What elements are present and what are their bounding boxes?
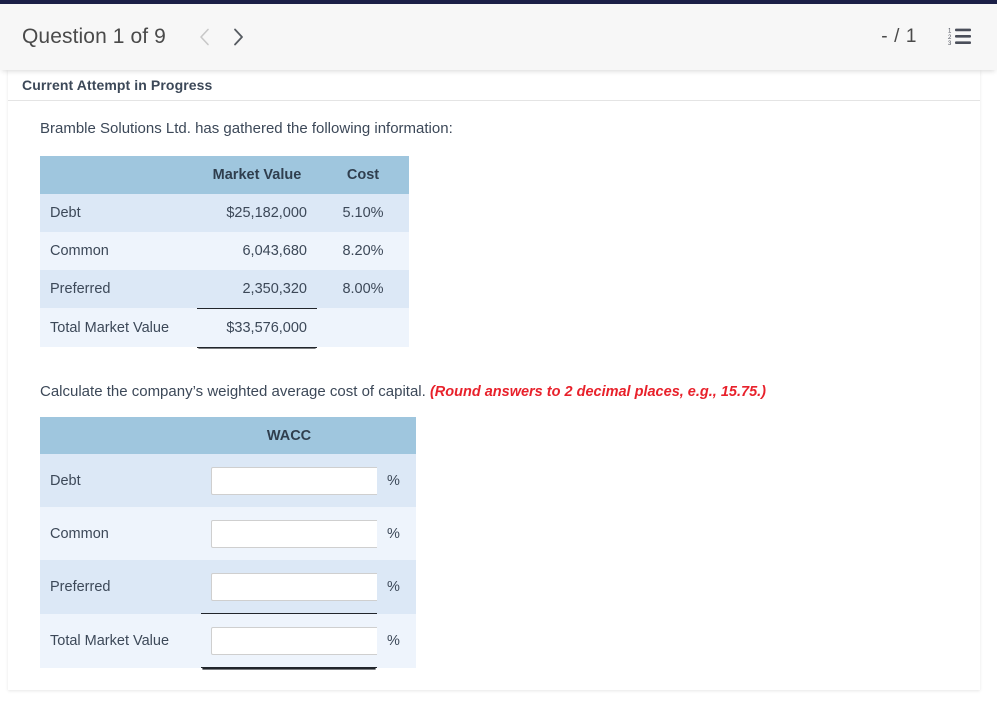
- row-input-cell: [201, 507, 379, 561]
- svg-text:2: 2: [948, 34, 952, 40]
- wacc-col-title: WACC: [201, 417, 377, 455]
- wacc-total-input[interactable]: [211, 626, 379, 655]
- row-label: Preferred: [40, 269, 197, 308]
- row-label: Debt: [40, 193, 197, 232]
- wacc-debt-input[interactable]: [211, 466, 379, 495]
- page-title: Question 1 of 9: [22, 25, 166, 48]
- row-label: Total Market Value: [40, 613, 201, 668]
- intro-text: Bramble Solutions Ltd. has gathered the …: [40, 120, 453, 137]
- wacc-common-input[interactable]: [211, 519, 379, 548]
- question-instruction: Calculate the company’s weighted average…: [40, 382, 980, 402]
- chevron-right-icon: [233, 28, 244, 46]
- row-label: Common: [40, 231, 197, 270]
- table-row: Preferred 2,350,320 8.00%: [40, 269, 409, 308]
- wacc-answer-table: WACC Debt % Common % Preferred % Total M…: [40, 417, 416, 669]
- market-col-cost: Cost: [317, 155, 409, 194]
- wacc-col-blank: [40, 417, 201, 455]
- question-nav: [188, 20, 256, 54]
- row-label: Debt: [40, 454, 201, 508]
- question-instruction-text: Calculate the company’s weighted average…: [40, 382, 426, 400]
- svg-text:3: 3: [948, 41, 952, 46]
- row-cost: 5.10%: [317, 193, 409, 232]
- row-cost: 8.20%: [317, 231, 409, 270]
- question-card: Current Attempt in Progress Bramble Solu…: [8, 70, 980, 690]
- header-right-group: - / 1 1 2 3: [881, 24, 975, 50]
- table-total-row: Total Market Value $33,576,000: [40, 307, 409, 348]
- wacc-preferred-input[interactable]: [211, 572, 379, 601]
- percent-sign: %: [377, 454, 416, 508]
- score-display: - / 1: [881, 26, 917, 47]
- row-market-value-total: $33,576,000: [197, 307, 317, 348]
- row-market-value: 2,350,320: [197, 269, 317, 308]
- numbered-list-icon: 1 2 3: [948, 26, 972, 49]
- row-market-value: $25,182,000: [197, 193, 317, 232]
- table-total-row: Total Market Value %: [40, 613, 416, 669]
- table-row: Debt %: [40, 454, 416, 508]
- row-label: Common: [40, 507, 201, 561]
- market-col-market-value: Market Value: [197, 155, 317, 194]
- wacc-col-unit: [377, 417, 416, 455]
- table-row: Common %: [40, 507, 416, 561]
- table-row: Preferred %: [40, 560, 416, 615]
- percent-sign: %: [377, 507, 416, 561]
- row-label: Total Market Value: [40, 308, 197, 347]
- row-input-cell: [201, 560, 379, 615]
- prev-question-button[interactable]: [188, 20, 222, 54]
- row-cost: 8.00%: [317, 269, 409, 308]
- percent-sign: %: [377, 613, 416, 668]
- attempt-status-label: Current Attempt in Progress: [22, 77, 213, 93]
- market-col-blank: [40, 155, 197, 194]
- table-row: Common 6,043,680 8.20%: [40, 231, 409, 270]
- row-market-value: 6,043,680: [197, 231, 317, 270]
- row-input-cell: [201, 454, 379, 508]
- table-row: Debt $25,182,000 5.10%: [40, 193, 409, 232]
- row-label: Preferred: [40, 560, 201, 614]
- table-header-row: Market Value Cost: [40, 155, 409, 194]
- rounding-note: (Round answers to 2 decimal places, e.g.…: [429, 383, 766, 400]
- percent-sign: %: [377, 560, 416, 614]
- row-cost-total: [317, 308, 409, 347]
- question-list-button[interactable]: 1 2 3: [945, 24, 975, 50]
- next-question-button[interactable]: [222, 20, 256, 54]
- market-value-table: Market Value Cost Debt $25,182,000 5.10%…: [40, 155, 409, 348]
- table-header-row: WACC: [40, 417, 416, 455]
- question-header-bar: Question 1 of 9 - / 1 1 2 3: [0, 4, 997, 70]
- question-body: Bramble Solutions Ltd. has gathered the …: [8, 101, 980, 669]
- chevron-left-icon: [199, 28, 210, 46]
- svg-text:1: 1: [948, 28, 952, 34]
- row-input-cell-total: [201, 613, 379, 669]
